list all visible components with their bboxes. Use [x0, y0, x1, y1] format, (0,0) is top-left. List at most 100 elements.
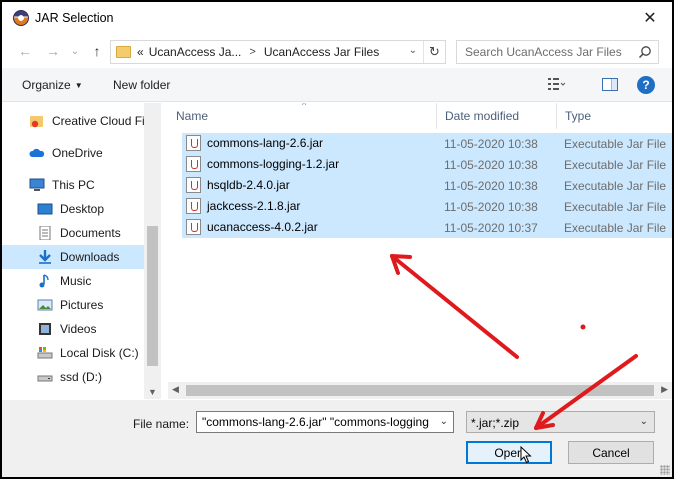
column-header-name[interactable]: Name: [168, 103, 437, 129]
chevron-down-icon: ▼: [74, 81, 83, 90]
file-name: jackcess-2.1.8.jar: [207, 199, 301, 213]
file-row[interactable]: jackcess-2.1.8.jar 11-05-2020 10:38 Exec…: [182, 196, 672, 217]
resize-grip-icon[interactable]: [660, 465, 670, 475]
documents-icon: [39, 226, 51, 240]
file-row[interactable]: ucanaccess-4.0.2.jar 11-05-2020 10:37 Ex…: [182, 217, 672, 238]
music-icon: [39, 274, 49, 288]
desktop-icon: [37, 203, 53, 215]
jar-file-icon: [186, 198, 201, 214]
sidebar-item-ssd[interactable]: ssd (D:): [2, 365, 144, 389]
file-type-filter[interactable]: *.jar;*.zip ⌄: [466, 411, 655, 433]
jar-file-icon: [186, 156, 201, 172]
search-box[interactable]: [456, 40, 659, 64]
horizontal-scrollbar-thumb[interactable]: [186, 385, 654, 396]
this-pc-icon: [29, 178, 45, 191]
open-button[interactable]: Open: [466, 441, 552, 464]
folder-icon: [116, 46, 131, 58]
file-date: 11-05-2020 10:38: [444, 137, 538, 151]
sidebar-item-label: OneDrive: [52, 146, 103, 160]
organize-label: Organize: [22, 78, 71, 92]
sidebar-item-music[interactable]: Music: [2, 269, 144, 293]
sidebar-item-label: Videos: [60, 322, 97, 336]
sidebar-item-desktop[interactable]: Desktop: [2, 197, 144, 221]
file-name-label: File name:: [133, 417, 190, 431]
file-type: Executable Jar File: [564, 158, 667, 172]
sidebar-item-label: Creative Cloud Fil: [52, 114, 148, 128]
column-header-label: Date modified: [445, 109, 520, 123]
chevron-down-icon[interactable]: ⌄: [640, 416, 648, 427]
scroll-down-icon[interactable]: ▼: [148, 387, 157, 397]
sidebar-item-creative-cloud[interactable]: Creative Cloud Fil: [2, 109, 148, 133]
breadcrumb-separator-icon: >: [249, 46, 256, 58]
sidebar-item-label: Local Disk (C:): [60, 346, 139, 360]
help-icon[interactable]: ?: [637, 76, 655, 94]
address-dropdown-icon[interactable]: ⌄: [409, 45, 417, 56]
sidebar-item-label: Downloads: [60, 250, 120, 264]
file-type-filter-value: *.jar;*.zip: [471, 416, 520, 430]
title-bar: JAR Selection ✕: [2, 2, 672, 34]
refresh-button[interactable]: ↻: [423, 41, 445, 63]
file-name-cell: hsqldb-2.4.0.jar: [186, 177, 290, 193]
file-date: 11-05-2020 10:38: [444, 179, 538, 193]
new-folder-button[interactable]: New folder: [113, 78, 170, 92]
breadcrumb-current[interactable]: UcanAccess Jar Files: [264, 45, 379, 59]
sidebar-item-documents[interactable]: Documents: [2, 221, 144, 245]
change-view-icon[interactable]: [547, 77, 565, 91]
preview-pane-icon[interactable]: [602, 78, 618, 91]
navigation-pane: Creative Cloud Fil OneDrive This PC Desk…: [2, 103, 161, 399]
column-header-date[interactable]: Date modified: [437, 103, 557, 129]
jar-file-icon: [186, 177, 201, 193]
sidebar-item-label: Music: [60, 274, 92, 288]
file-name-combobox[interactable]: ⌄: [196, 411, 454, 433]
forward-button[interactable]: →: [43, 41, 63, 61]
jar-selection-dialog: JAR Selection ✕ ← → ⌄ ↑ « UcanAccess Ja.…: [2, 2, 672, 477]
file-type: Executable Jar File: [564, 137, 667, 151]
cancel-button[interactable]: Cancel: [568, 441, 654, 464]
sidebar-item-downloads[interactable]: Downloads: [2, 245, 144, 269]
onedrive-icon: [29, 148, 45, 157]
file-row[interactable]: commons-lang-2.6.jar 11-05-2020 10:38 Ex…: [182, 133, 672, 154]
eclipse-icon: [13, 10, 29, 26]
file-name-input[interactable]: [197, 412, 431, 432]
mouse-cursor-icon: [520, 446, 532, 464]
sidebar-item-onedrive[interactable]: OneDrive: [2, 141, 144, 165]
sidebar-scrollbar[interactable]: ▼: [144, 103, 161, 399]
horizontal-scrollbar[interactable]: ◀ ▶: [168, 382, 672, 399]
back-button[interactable]: ←: [15, 41, 35, 61]
file-list: ^ Name Date modified Type commons-lang-2…: [168, 103, 672, 399]
sidebar-item-pictures[interactable]: Pictures: [2, 293, 144, 317]
pictures-icon: [37, 299, 53, 311]
scroll-right-icon[interactable]: ▶: [661, 384, 668, 395]
file-name-cell: ucanaccess-4.0.2.jar: [186, 219, 318, 235]
file-row[interactable]: hsqldb-2.4.0.jar 11-05-2020 10:38 Execut…: [182, 175, 672, 196]
sidebar-item-this-pc[interactable]: This PC: [2, 173, 144, 197]
command-toolbar: Organize ▼ New folder ?: [2, 68, 672, 102]
file-date: 11-05-2020 10:37: [444, 221, 538, 235]
creative-cloud-icon: [30, 116, 43, 128]
downloads-icon: [39, 250, 51, 264]
organize-button[interactable]: Organize ▼: [22, 78, 83, 92]
file-name: commons-lang-2.6.jar: [207, 136, 324, 150]
file-type: Executable Jar File: [564, 179, 667, 193]
file-date: 11-05-2020 10:38: [444, 158, 538, 172]
file-name: ucanaccess-4.0.2.jar: [207, 220, 318, 234]
search-input[interactable]: [465, 42, 635, 62]
breadcrumb-overflow[interactable]: «: [137, 45, 144, 59]
navigation-bar: ← → ⌄ ↑ « UcanAccess Ja... > UcanAccess …: [2, 38, 672, 66]
sidebar-item-local-disk[interactable]: Local Disk (C:): [2, 341, 144, 365]
column-header-type[interactable]: Type: [557, 103, 672, 129]
breadcrumb-parent[interactable]: UcanAccess Ja...: [149, 45, 242, 59]
address-bar[interactable]: « UcanAccess Ja... > UcanAccess Jar File…: [110, 40, 446, 64]
sidebar-item-videos[interactable]: Videos: [2, 317, 144, 341]
file-name-cell: commons-lang-2.6.jar: [186, 135, 323, 151]
drive-icon: [37, 375, 53, 382]
column-header-label: Type: [565, 109, 592, 123]
recent-locations-button[interactable]: ⌄: [65, 41, 85, 61]
close-button[interactable]: ✕: [636, 6, 664, 30]
up-button[interactable]: ↑: [87, 41, 107, 61]
file-row[interactable]: commons-logging-1.2.jar 11-05-2020 10:38…: [182, 154, 672, 175]
sidebar-item-label: Desktop: [60, 202, 105, 216]
sidebar-scrollbar-thumb[interactable]: [147, 226, 158, 366]
chevron-down-icon[interactable]: ⌄: [440, 416, 448, 427]
scroll-left-icon[interactable]: ◀: [172, 384, 179, 395]
